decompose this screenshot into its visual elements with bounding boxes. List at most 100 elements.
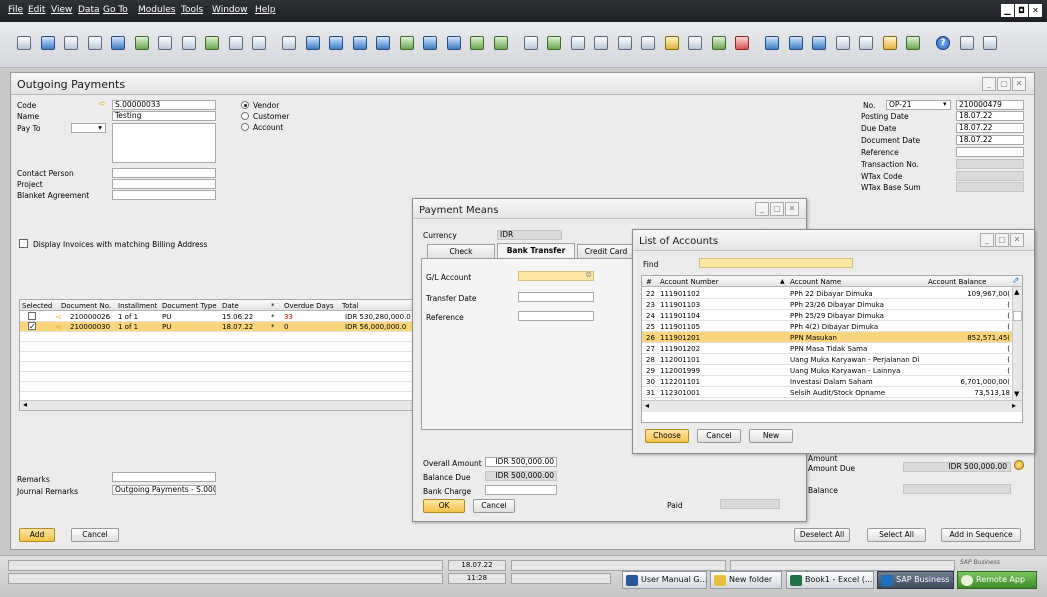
scroll-right-icon[interactable]: ▸ [1012, 401, 1016, 410]
col-document-type[interactable]: Document Type [162, 302, 217, 310]
doc-number-field[interactable]: 210000479 [956, 100, 1024, 110]
app-close-icon[interactable]: ✕ [1029, 4, 1042, 17]
choose-button[interactable]: Choose [645, 429, 689, 443]
filter-icon[interactable] [423, 36, 437, 50]
pay-to-address[interactable] [112, 123, 216, 163]
find-icon[interactable] [252, 36, 266, 50]
deselect-all-button[interactable]: Deselect All [794, 528, 850, 542]
table-row[interactable] [20, 352, 413, 362]
col-rownum[interactable]: # [646, 278, 652, 286]
scroll-left-icon[interactable]: ◂ [645, 401, 649, 410]
col-star[interactable]: * [271, 302, 275, 310]
edit-icon[interactable] [617, 36, 632, 50]
refresh-record-icon[interactable] [399, 36, 414, 50]
minimize-icon[interactable]: _ [980, 233, 994, 247]
excel-icon[interactable] [111, 36, 125, 50]
link-arrow-icon[interactable]: ➪ [99, 99, 106, 108]
grid-horizontal-scrollbar[interactable]: ◂ [20, 400, 413, 410]
table-row[interactable]: 22 111901102 PPh 22 Dibayar Dimuka 109,967,… [642, 288, 1012, 299]
table-row[interactable]: 30 112201101 Investasi Dalam Saham 6,701,00… [642, 376, 1012, 387]
pay-to-select[interactable]: ▾ [71, 123, 106, 133]
contact-field[interactable] [112, 168, 216, 178]
customer-radio[interactable] [241, 112, 249, 120]
previous-record-icon[interactable] [329, 36, 343, 50]
posting-date-field[interactable]: 18.07.22 [956, 111, 1024, 121]
table-row[interactable]: ✓ ➪ 210000030 1 of 1 PU 18.07.22 * 0 IDR… [20, 322, 413, 332]
refresh-icon[interactable] [228, 36, 243, 50]
series-select[interactable]: OP-21 [886, 100, 951, 110]
menu-help[interactable]: Help [255, 5, 276, 15]
project-field[interactable] [112, 179, 216, 189]
row-checkbox-checked[interactable]: ✓ [28, 322, 36, 331]
journal-remarks-field[interactable]: Outgoing Payments - S.000000 [112, 485, 216, 495]
minimize-icon[interactable]: _ [982, 77, 996, 91]
table-row[interactable]: 29 112001999 Uang Muka Karyawan - Lainnya ( [642, 365, 1012, 376]
next-record-icon[interactable] [352, 36, 367, 50]
accounts-horizontal-scrollbar[interactable]: ◂ ▸ [642, 400, 1022, 412]
account-radio[interactable] [241, 123, 249, 131]
menu-data[interactable]: Data [78, 5, 100, 15]
choose-from-list-icon[interactable]: ⊜ [585, 272, 592, 279]
vendor-radio[interactable] [241, 101, 249, 109]
table-row[interactable]: 26 111901201 PPN Masukan 852,571,45( [642, 332, 1012, 343]
expand-icon[interactable]: ⇗ [1012, 276, 1020, 286]
settings-icon[interactable] [859, 36, 873, 50]
menu-view[interactable]: View [51, 5, 72, 15]
scroll-thumb[interactable] [1013, 311, 1022, 321]
menu-modules[interactable]: Modules [138, 5, 175, 15]
table-row[interactable] [20, 372, 413, 382]
table-row[interactable] [20, 382, 413, 392]
word-icon[interactable] [134, 36, 149, 50]
table-row[interactable]: 23 111901103 PPh 23/26 Dibayar Dimuka ( [642, 299, 1012, 310]
scroll-up-icon[interactable]: ▲ [1014, 288, 1019, 296]
table-row[interactable]: 28 112001101 Uang Muka Karyawan - Perjalan… [642, 354, 1012, 365]
link-arrow-icon[interactable]: ➪ [56, 323, 62, 331]
chart-icon[interactable] [765, 36, 779, 50]
close-icon[interactable]: ✕ [785, 202, 799, 216]
pdf-icon[interactable] [87, 36, 102, 50]
paste-icon[interactable] [594, 36, 608, 50]
menu-goto[interactable]: Go To [103, 5, 128, 15]
blanket-field[interactable] [112, 190, 216, 200]
remarks-field[interactable] [112, 472, 216, 482]
preview-icon[interactable] [17, 36, 31, 50]
select-all-button[interactable]: Select All [867, 528, 926, 542]
preferences-icon[interactable] [835, 36, 850, 50]
form-settings-icon[interactable] [641, 36, 655, 50]
calendar-icon[interactable] [711, 36, 726, 50]
taskbar-remote-app[interactable]: Remote App [957, 571, 1037, 589]
table-row[interactable]: 27 111901202 PPN Masa Tidak Sama ( [642, 343, 1012, 354]
org-icon[interactable] [788, 36, 803, 50]
add-icon[interactable] [282, 36, 296, 50]
table-row[interactable]: 24 111901104 PPh 25/29 Dibayar Dimuka ( [642, 310, 1012, 321]
last-record-icon[interactable] [376, 36, 390, 50]
find-input[interactable] [699, 258, 853, 268]
table-row[interactable] [20, 332, 413, 342]
col-selected[interactable]: Selected [22, 302, 52, 310]
menu-edit[interactable]: Edit [28, 5, 45, 15]
copy-icon[interactable] [570, 36, 585, 50]
base-document-icon[interactable] [470, 36, 484, 50]
cancel-button[interactable]: Cancel [71, 528, 119, 542]
reference-field[interactable] [956, 147, 1024, 157]
maximize-icon[interactable]: ▢ [995, 233, 1009, 247]
close-icon[interactable]: ✕ [1010, 233, 1024, 247]
taskbar-sap[interactable]: SAP Business ... [877, 571, 954, 589]
drill-icon[interactable] [205, 36, 219, 50]
app-minimize-icon[interactable]: ▁ [1001, 4, 1014, 17]
add-in-sequence-button[interactable]: Add in Sequence [941, 528, 1021, 542]
minimize-icon[interactable]: _ [755, 202, 769, 216]
col-installment[interactable]: Installment [118, 302, 157, 310]
document-date-field[interactable]: 18.07.22 [956, 135, 1024, 145]
sort-asc-icon[interactable]: ▲ [780, 278, 785, 285]
scroll-down-icon[interactable]: ▼ [1014, 390, 1019, 398]
table-row[interactable] [20, 362, 413, 372]
reference-field[interactable] [518, 311, 594, 321]
menu-window[interactable]: Window [212, 5, 248, 15]
cancel-button[interactable]: Cancel [697, 429, 741, 443]
link-arrow-icon[interactable]: ➪ [56, 313, 62, 321]
lock-icon[interactable] [181, 36, 196, 50]
menu-file[interactable]: File [8, 5, 23, 15]
add-button[interactable]: Add [19, 528, 55, 542]
table-row[interactable]: 31 112301001 Selsih Audit/Stock Opname 73,5… [642, 387, 1012, 398]
